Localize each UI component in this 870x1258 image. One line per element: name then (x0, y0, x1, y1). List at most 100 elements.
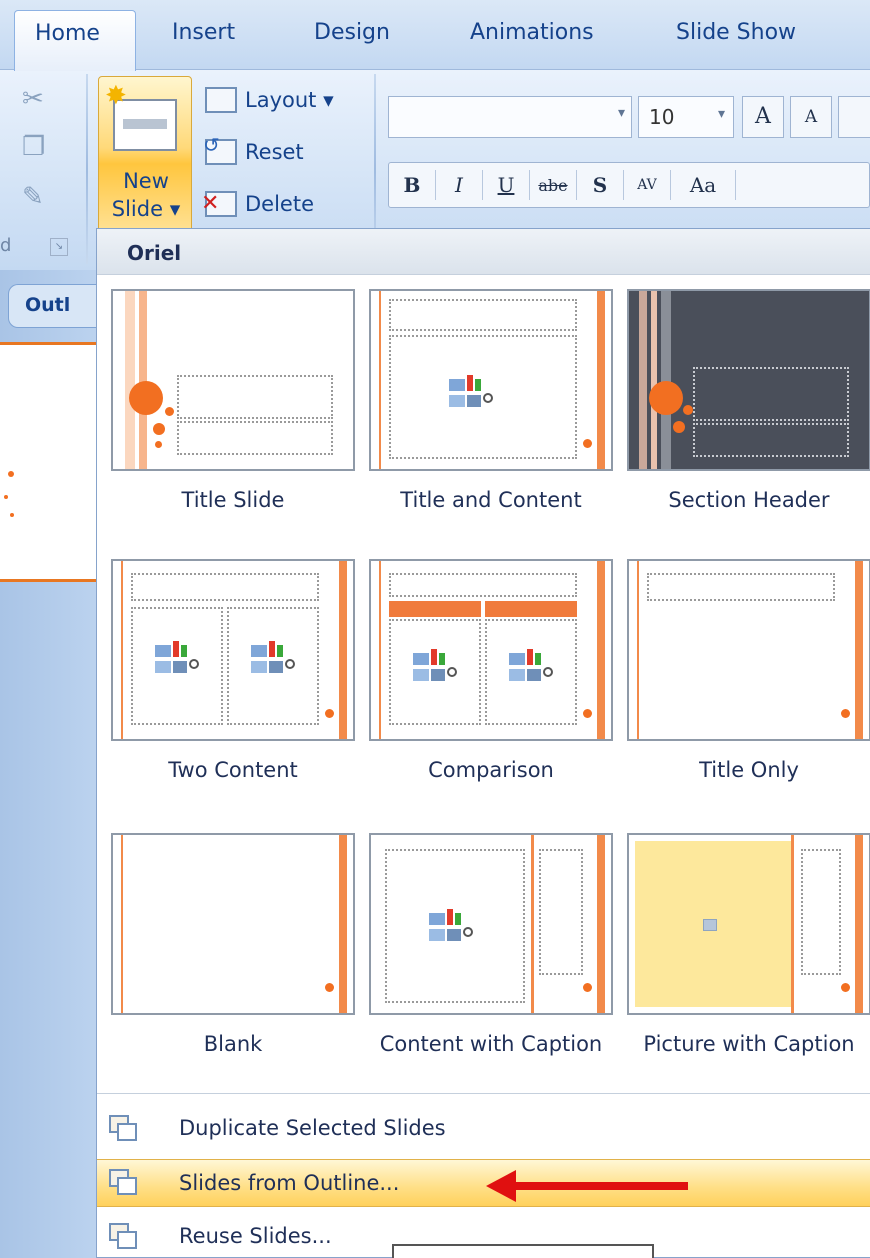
layout-picture-with-caption[interactable]: Picture with Caption (627, 833, 870, 1059)
layout-thumbnail (111, 833, 355, 1015)
theme-stripe (121, 835, 123, 1013)
slide-thumbnail-decoration (8, 471, 14, 477)
text-shadow-button[interactable]: S (577, 173, 623, 197)
layout-caption: Picture with Caption (643, 1032, 855, 1056)
chevron-down-icon[interactable]: ▾ (618, 105, 625, 121)
clipboard-dialog-launcher-icon[interactable]: ↘ (50, 238, 68, 256)
insert-picture-icon (703, 919, 717, 931)
layout-button[interactable]: Layout ▾ (205, 82, 334, 118)
strikethrough-button[interactable]: abe (530, 176, 576, 195)
clear-formatting-button[interactable] (838, 96, 870, 138)
tooltip-box (392, 1244, 654, 1258)
shrink-font-button[interactable]: A (790, 96, 832, 138)
change-case-button[interactable]: Aa (671, 173, 735, 197)
layout-caption: Blank (203, 1032, 263, 1056)
chevron-down-icon[interactable]: ▾ (718, 106, 725, 122)
title-placeholder (177, 375, 333, 419)
theme-circle (683, 405, 693, 415)
delete-icon (201, 191, 237, 217)
text-placeholder (693, 423, 849, 457)
italic-button[interactable]: I (436, 173, 482, 197)
theme-circle (583, 983, 592, 992)
layout-two-content[interactable]: Two Content (111, 559, 355, 785)
layout-blank[interactable]: Blank (111, 833, 355, 1059)
theme-circle (841, 983, 850, 992)
theme-stripe (339, 561, 347, 739)
duplicate-selected-slides-item[interactable]: Duplicate Selected Slides (97, 1105, 870, 1153)
character-spacing-button[interactable]: AV (624, 177, 670, 193)
layout-title-only[interactable]: Title Only (627, 559, 870, 785)
tab-slide-show[interactable]: Slide Show (676, 20, 796, 45)
cut-icon[interactable]: ✂ (22, 84, 52, 114)
reset-icon (203, 133, 237, 165)
layout-caption: Title Slide (181, 488, 285, 512)
caption-placeholder (801, 849, 841, 975)
theme-circle (155, 441, 162, 448)
layout-comparison[interactable]: Comparison (369, 559, 613, 785)
theme-circle (325, 709, 334, 718)
delete-button[interactable]: Delete (201, 186, 314, 222)
font-size-combobox[interactable]: 10 ▾ (638, 96, 734, 138)
layout-caption: Content with Caption (379, 1032, 603, 1056)
sparkle-icon: ✸ (105, 81, 127, 111)
slides-from-outline-item[interactable]: Slides from Outline... (97, 1159, 870, 1207)
format-painter-icon[interactable]: ✎ (22, 182, 52, 212)
layout-label: Layout ▾ (245, 88, 334, 112)
underline-button[interactable]: U (483, 173, 529, 197)
layout-title-and-content[interactable]: Title and Content (369, 289, 613, 515)
bold-button[interactable]: B (389, 173, 435, 197)
slide-thumbnail[interactable] (0, 342, 100, 582)
reuse-slides-icon (109, 1223, 139, 1251)
layout-icon (205, 87, 237, 113)
theme-circle (325, 983, 334, 992)
layout-caption: Section Header (668, 488, 830, 512)
grow-font-icon: A (755, 104, 771, 129)
tab-design[interactable]: Design (314, 20, 390, 45)
new-slide-button[interactable]: ✸ New Slide ▾ (98, 76, 192, 236)
tab-insert[interactable]: Insert (172, 20, 235, 45)
insert-content-icon (251, 641, 295, 675)
theme-stripe (791, 835, 794, 1013)
theme-stripe (339, 835, 347, 1013)
shrink-font-icon: A (804, 107, 818, 127)
tab-animations[interactable]: Animations (470, 20, 594, 45)
insert-content-icon (413, 649, 457, 683)
theme-stripe (125, 291, 135, 469)
layout-caption: Two Content (168, 758, 298, 782)
copy-icon[interactable]: ❐ (22, 132, 52, 162)
font-format-toolbar: B I U abe S AV Aa (388, 162, 870, 208)
heading-placeholder (485, 601, 577, 617)
caption-placeholder (539, 849, 583, 975)
layout-thumbnail (369, 289, 613, 471)
layout-content-with-caption[interactable]: Content with Caption (369, 833, 613, 1059)
ribbon-tab-bar: Home Insert Design Animations Slide Show (0, 0, 870, 71)
layout-thumbnail (627, 289, 870, 471)
duplicate-slides-icon (109, 1115, 139, 1143)
new-slide-dropdown-label[interactable]: Slide ▾ (99, 197, 193, 221)
new-slide-label: New (123, 169, 169, 193)
reset-button[interactable]: Reset (203, 133, 304, 170)
layout-section-header[interactable]: Section Header (627, 289, 870, 515)
tab-outline[interactable]: Outl (8, 284, 100, 328)
layout-thumbnail (111, 289, 355, 471)
title-placeholder (693, 367, 849, 421)
theme-stripe (597, 291, 605, 469)
outline-slides-icon (109, 1169, 139, 1197)
reuse-slides-label: Reuse Slides... (179, 1224, 332, 1248)
grow-font-button[interactable]: A (742, 96, 784, 138)
annotation-arrow (512, 1182, 688, 1190)
layout-title-slide[interactable]: Title Slide (111, 289, 355, 515)
font-name-combobox[interactable]: ▾ (388, 96, 632, 138)
title-placeholder (131, 573, 319, 601)
layout-thumbnail (627, 833, 870, 1015)
insert-content-icon (509, 649, 553, 683)
tab-home[interactable]: Home (14, 10, 136, 71)
reset-label: Reset (245, 140, 304, 164)
theme-circle (583, 439, 592, 448)
theme-circle (165, 407, 174, 416)
layout-thumbnail (111, 559, 355, 741)
layout-caption: Title Only (699, 758, 799, 782)
theme-circle (649, 381, 683, 415)
theme-circle (129, 381, 163, 415)
layout-caption: Title and Content (400, 488, 582, 512)
